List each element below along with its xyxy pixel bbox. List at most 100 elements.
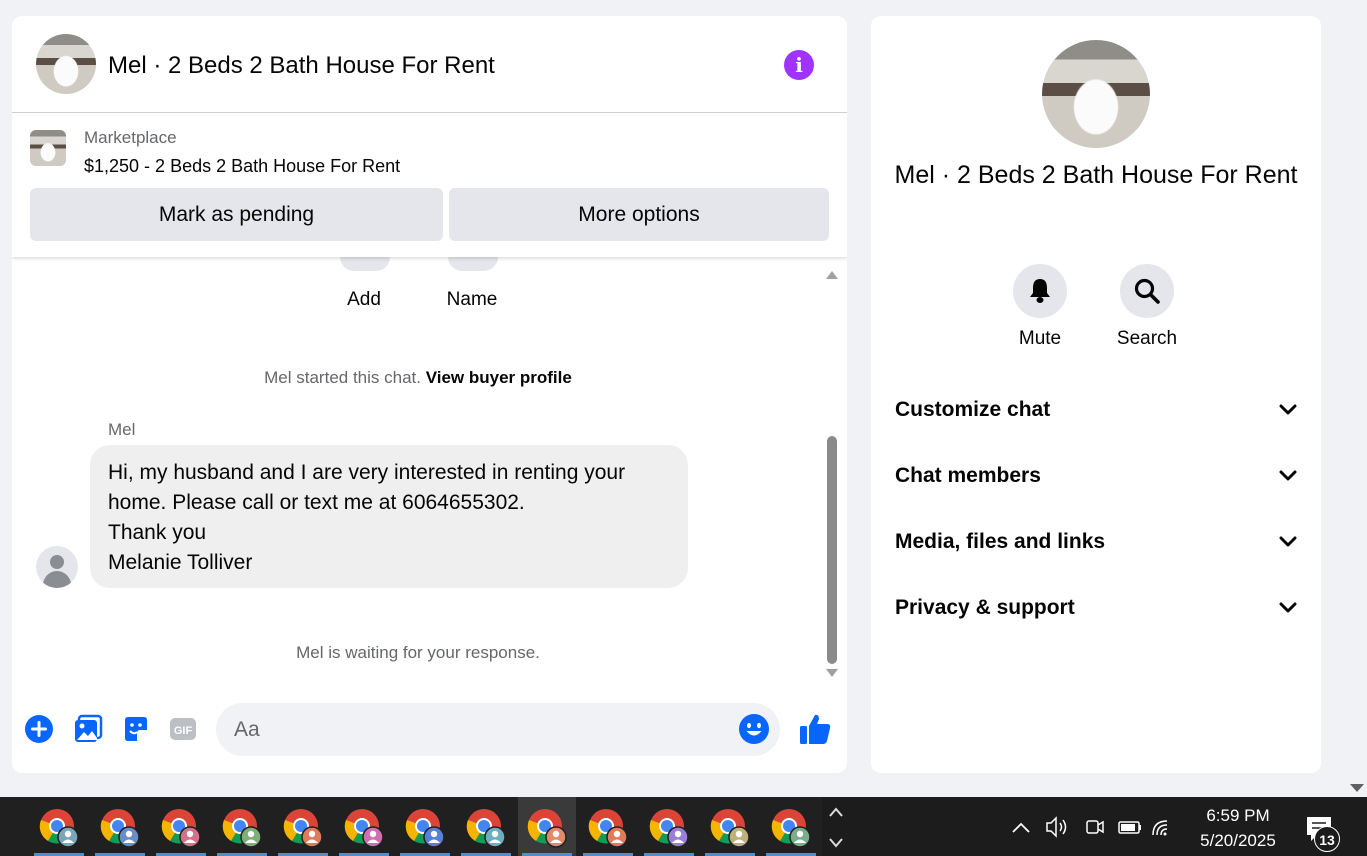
taskbar-chrome-profile-12[interactable]: [701, 797, 759, 856]
name-action-label: Name: [446, 289, 498, 310]
taskbar-chrome-profile-10[interactable]: [579, 797, 637, 856]
sticker-icon[interactable]: [121, 714, 151, 744]
system-tray: [1012, 816, 1168, 838]
section-customize-chat[interactable]: Customize chat: [895, 390, 1297, 430]
clock-date: 5/20/2025: [1200, 831, 1276, 850]
mute-button[interactable]: [1013, 264, 1067, 318]
taskbar-apps: [0, 797, 822, 856]
taskbar-chrome-profile-3[interactable]: [152, 797, 210, 856]
sender-avatar[interactable]: [36, 546, 78, 588]
chevron-down-icon: [1279, 602, 1297, 613]
message-line: Thank you: [108, 521, 207, 544]
notification-count-badge: 13: [1314, 826, 1340, 852]
taskbar-chrome-profile-5[interactable]: [274, 797, 332, 856]
section-label: Chat members: [895, 464, 1041, 487]
chrome-icon: [771, 809, 811, 848]
page-scroll-down-icon[interactable]: [1350, 784, 1364, 792]
conversation-info-panel: Mel · 2 Beds 2 Bath House For Rent Mute …: [871, 16, 1321, 773]
search-icon: [1134, 278, 1160, 304]
battery-icon[interactable]: [1118, 821, 1141, 834]
search-label: Search: [1116, 328, 1178, 349]
section-label: Customize chat: [895, 398, 1051, 421]
message-scrollbar[interactable]: [824, 265, 840, 681]
taskbar: 6:59 PM 5/20/2025: [0, 797, 1367, 856]
chat-panel: Mel · 2 Beds 2 Bath House For Rent i Mar…: [12, 16, 847, 773]
chrome-icon: [405, 809, 445, 848]
add-action[interactable]: Add: [324, 257, 404, 311]
show-hidden-icons-icon[interactable]: [1012, 822, 1030, 833]
profile-avatar[interactable]: [1042, 40, 1150, 148]
chrome-icon: [283, 809, 323, 848]
view-buyer-profile-link[interactable]: View buyer profile: [426, 368, 572, 387]
message-line: Melanie Tolliver: [108, 551, 253, 574]
thumbs-up-icon[interactable]: [798, 712, 832, 746]
section-media-files-links[interactable]: Media, files and links: [895, 522, 1297, 562]
taskbar-chrome-profile-9[interactable]: [518, 797, 576, 856]
taskbar-chrome-profile-2[interactable]: [91, 797, 149, 856]
listing-card: Marketplace $1,250 - 2 Beds 2 Bath House…: [12, 113, 847, 257]
scroll-up-arrow-icon[interactable]: [826, 271, 838, 279]
svg-text:GIF: GIF: [174, 725, 193, 737]
name-action-circle: [448, 257, 498, 271]
name-action[interactable]: Name: [432, 257, 512, 311]
scroll-thumb[interactable]: [827, 436, 837, 664]
taskbar-clock[interactable]: 6:59 PM 5/20/2025: [1190, 803, 1286, 853]
search-action[interactable]: Search: [1107, 264, 1187, 350]
taskbar-chrome-profile-7[interactable]: [396, 797, 454, 856]
chrome-icon: [710, 809, 750, 848]
add-action-label: Add: [347, 289, 381, 310]
listing-price-title[interactable]: $1,250 - 2 Beds 2 Bath House For Rent: [84, 156, 400, 177]
chrome-icon: [100, 809, 140, 848]
scroll-down-arrow-icon[interactable]: [826, 669, 838, 677]
chat-title[interactable]: Mel · 2 Beds 2 Bath House For Rent: [108, 52, 495, 80]
chat-header: Mel · 2 Beds 2 Bath House For Rent i: [12, 16, 847, 113]
taskbar-chrome-profile-8[interactable]: [457, 797, 515, 856]
chrome-icon: [222, 809, 262, 848]
chrome-icon: [649, 809, 689, 848]
message-list: Add Name Mel started this chat. View buy…: [12, 257, 847, 687]
search-button[interactable]: [1120, 264, 1174, 318]
avatar-body-shape: [43, 571, 71, 588]
info-icon[interactable]: i: [784, 50, 814, 80]
listing-thumbnail[interactable]: [30, 130, 66, 166]
message-line: Hi, my husband and I are very interested…: [108, 461, 626, 484]
chrome-icon: [527, 809, 567, 848]
taskbar-scroll-icon[interactable]: [826, 797, 846, 856]
chrome-icon: [588, 809, 628, 848]
mark-pending-button[interactable]: Mark as pending: [30, 188, 443, 241]
taskbar-chrome-profile-13[interactable]: [762, 797, 820, 856]
profile-name: Mel · 2 Beds 2 Bath House For Rent: [894, 161, 1298, 189]
chat-started-text: Mel started this chat.: [264, 368, 421, 387]
chrome-icon: [161, 809, 201, 848]
composer: GIF: [12, 696, 847, 773]
chrome-icon: [39, 809, 79, 848]
chevron-down-icon: [1279, 536, 1297, 547]
wifi-icon[interactable]: [1152, 820, 1168, 836]
meet-now-icon[interactable]: [1086, 820, 1104, 834]
chat-started-notice: Mel started this chat. View buyer profil…: [12, 368, 824, 388]
taskbar-chrome-profile-6[interactable]: [335, 797, 393, 856]
chevron-down-icon: [1279, 404, 1297, 415]
message-bubble[interactable]: Hi, my husband and I are very interested…: [90, 445, 688, 588]
chrome-icon: [466, 809, 506, 848]
section-privacy-support[interactable]: Privacy & support: [895, 588, 1297, 628]
listing-label: Marketplace: [84, 128, 177, 147]
emoji-icon[interactable]: [738, 713, 770, 745]
clock-time: 6:59 PM: [1206, 806, 1270, 825]
plus-circle-icon[interactable]: [24, 714, 54, 744]
mute-action[interactable]: Mute: [1000, 264, 1080, 350]
volume-icon[interactable]: [1046, 816, 1067, 838]
taskbar-chrome-profile-4[interactable]: [213, 797, 271, 856]
message-input[interactable]: [216, 703, 780, 756]
more-options-button[interactable]: More options: [449, 188, 829, 241]
photo-icon[interactable]: [73, 714, 103, 744]
section-chat-members[interactable]: Chat members: [895, 456, 1297, 496]
sender-name: Mel: [108, 420, 136, 439]
listing-avatar[interactable]: [36, 34, 96, 94]
section-label: Privacy & support: [895, 596, 1075, 619]
mute-label: Mute: [1018, 328, 1062, 349]
add-action-circle: [340, 257, 390, 271]
taskbar-chrome-profile-1[interactable]: [30, 797, 88, 856]
taskbar-chrome-profile-11[interactable]: [640, 797, 698, 856]
gif-icon[interactable]: GIF: [168, 714, 198, 744]
